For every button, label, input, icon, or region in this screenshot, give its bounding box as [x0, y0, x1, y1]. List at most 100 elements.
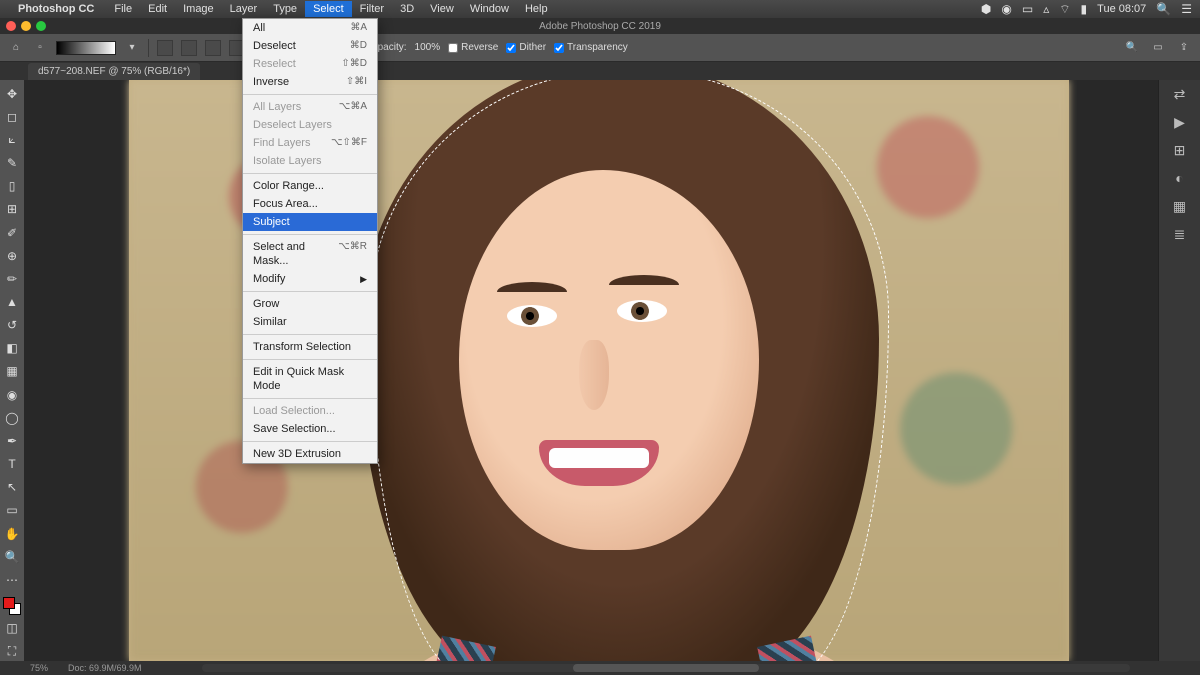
brush-tool[interactable]: ✏	[2, 269, 22, 288]
history-panel-icon[interactable]: ⇄	[1171, 86, 1189, 104]
traffic-lights	[6, 21, 46, 31]
search-icon[interactable]: 🔍	[1124, 42, 1140, 53]
airplay-icon[interactable]: ▵	[1043, 2, 1049, 16]
menu-help[interactable]: Help	[517, 1, 556, 17]
home-icon[interactable]: ⌂	[8, 42, 24, 53]
eyedropper-tool[interactable]: ✐	[2, 223, 22, 242]
menu-type[interactable]: Type	[265, 1, 305, 17]
dither-check[interactable]: Dither	[506, 42, 546, 53]
app-name: Photoshop CC	[18, 3, 94, 15]
blur-tool[interactable]: ◉	[2, 385, 22, 404]
spotlight-icon[interactable]: 🔍	[1156, 2, 1171, 16]
pen-tool[interactable]: ✒	[2, 431, 22, 450]
menu-item-deselect[interactable]: Deselect⌘D	[243, 37, 377, 55]
frame-tool[interactable]: ⊞	[2, 200, 22, 219]
display-icon[interactable]: ▭	[1022, 2, 1033, 16]
close-button[interactable]	[6, 21, 16, 31]
stamp-tool[interactable]: ▲	[2, 292, 22, 311]
reverse-check[interactable]: Reverse	[448, 42, 498, 53]
status-bar: 75% Doc: 69.9M/69.9M	[0, 661, 1200, 675]
workspace-icon[interactable]: ▭	[1150, 42, 1166, 53]
doc-icon[interactable]: ▫	[32, 42, 48, 53]
healing-tool[interactable]: ⊕	[2, 246, 22, 265]
actions-panel-icon[interactable]: ▶	[1171, 114, 1189, 132]
color-swatches[interactable]	[3, 597, 21, 614]
menu-file[interactable]: File	[106, 1, 140, 17]
menu-item-isolate-layers: Isolate Layers	[243, 152, 377, 170]
crop-tool[interactable]: ▯	[2, 177, 22, 196]
menu-item-edit-in-quick-mask-mode[interactable]: Edit in Quick Mask Mode	[243, 363, 377, 395]
move-tool[interactable]: ✥	[2, 84, 22, 103]
menu-item-select-and-mask[interactable]: Select and Mask...⌥⌘R	[243, 238, 377, 270]
zoom-button[interactable]	[36, 21, 46, 31]
swatches-panel-icon[interactable]: ▦	[1171, 198, 1189, 216]
zoom-tool[interactable]: 🔍	[2, 547, 22, 566]
gradient-angle-button[interactable]	[205, 40, 221, 56]
path-tool[interactable]: ↖	[2, 478, 22, 497]
menu-item-subject[interactable]: Subject	[243, 213, 377, 231]
doc-info[interactable]: Doc: 69.9M/69.9M	[68, 663, 142, 673]
menu-item-save-selection[interactable]: Save Selection...	[243, 420, 377, 438]
transparency-check[interactable]: Transparency	[554, 42, 628, 53]
dodge-tool[interactable]: ◯	[2, 408, 22, 427]
document-tab[interactable]: d577~208.NEF @ 75% (RGB/16*)	[28, 63, 200, 80]
notifications-icon[interactable]: ☰	[1181, 2, 1192, 16]
type-tool[interactable]: T	[2, 455, 22, 474]
menu-filter[interactable]: Filter	[352, 1, 392, 17]
minimize-button[interactable]	[21, 21, 31, 31]
eraser-tool[interactable]: ◧	[2, 339, 22, 358]
menu-view[interactable]: View	[422, 1, 462, 17]
layers-panel-icon[interactable]: ≣	[1171, 226, 1189, 244]
dropbox-icon[interactable]: ⬢	[981, 2, 991, 16]
menu-select[interactable]: Select	[305, 1, 352, 17]
menu-edit[interactable]: Edit	[140, 1, 175, 17]
screenmode-toggle[interactable]: ⛶	[2, 642, 22, 661]
right-dock: ⇄ ▶ ⊞ ◐ ▦ ≣	[1158, 80, 1200, 661]
clock[interactable]: Tue 08:07	[1097, 3, 1146, 15]
menubar-status-right: ⬢ ◉ ▭ ▵ ⌔ ▮ Tue 08:07 🔍 ☰	[981, 2, 1192, 17]
marquee-tool[interactable]: ◻	[2, 107, 22, 126]
menu-item-load-selection: Load Selection...	[243, 402, 377, 420]
menu-layer[interactable]: Layer	[222, 1, 266, 17]
window-titlebar: Adobe Photoshop CC 2019	[0, 18, 1200, 34]
menu-item-color-range[interactable]: Color Range...	[243, 177, 377, 195]
canvas-area[interactable]	[24, 80, 1158, 661]
color-panel-icon[interactable]: ◐	[1171, 170, 1189, 188]
quickmask-toggle[interactable]: ◫	[2, 619, 22, 638]
hand-tool[interactable]: ✋	[2, 524, 22, 543]
gradient-radial-button[interactable]	[181, 40, 197, 56]
menu-3d[interactable]: 3D	[392, 1, 422, 17]
shape-tool[interactable]: ▭	[2, 501, 22, 520]
menu-window[interactable]: Window	[462, 1, 517, 17]
battery-icon[interactable]: ▮	[1081, 2, 1088, 16]
selection-marquee	[369, 80, 889, 661]
menu-item-inverse[interactable]: Inverse⇧⌘I	[243, 73, 377, 91]
wifi-icon[interactable]: ⌔	[1059, 2, 1070, 17]
menu-item-modify[interactable]: Modify▶	[243, 270, 377, 288]
gradient-tool[interactable]: ▦	[2, 362, 22, 381]
menu-item-all[interactable]: All⌘A	[243, 19, 377, 37]
opacity-value[interactable]: 100%	[415, 42, 441, 53]
gradient-preview[interactable]	[56, 41, 116, 55]
share-icon[interactable]: ⇪	[1176, 42, 1192, 53]
tools-panel: ✥ ◻ ⟀ ✎ ▯ ⊞ ✐ ⊕ ✏ ▲ ↺ ◧ ▦ ◉ ◯ ✒ T ↖ ▭ ✋ …	[0, 80, 24, 661]
window-title: Adobe Photoshop CC 2019	[539, 21, 661, 32]
properties-panel-icon[interactable]: ⊞	[1171, 142, 1189, 160]
lasso-tool[interactable]: ⟀	[2, 130, 22, 149]
horizontal-scrollbar[interactable]	[202, 664, 1130, 672]
menu-item-focus-area[interactable]: Focus Area...	[243, 195, 377, 213]
history-brush-tool[interactable]: ↺	[2, 316, 22, 335]
menu-item-similar[interactable]: Similar	[243, 313, 377, 331]
menu-item-transform-selection[interactable]: Transform Selection	[243, 338, 377, 356]
menu-item-new-3d-extrusion[interactable]: New 3D Extrusion	[243, 445, 377, 463]
zoom-level[interactable]: 75%	[30, 663, 48, 673]
gradient-linear-button[interactable]	[157, 40, 173, 56]
mac-menubar: Photoshop CC FileEditImageLayerTypeSelec…	[0, 0, 1200, 18]
menu-item-grow[interactable]: Grow	[243, 295, 377, 313]
menu-item-reselect: Reselect⇧⌘D	[243, 55, 377, 73]
menu-image[interactable]: Image	[175, 1, 222, 17]
edit-toolbar[interactable]: ⋯	[2, 570, 22, 589]
cc-icon[interactable]: ◉	[1001, 2, 1011, 16]
quick-select-tool[interactable]: ✎	[2, 153, 22, 172]
dropdown-icon[interactable]: ▾	[124, 42, 140, 53]
